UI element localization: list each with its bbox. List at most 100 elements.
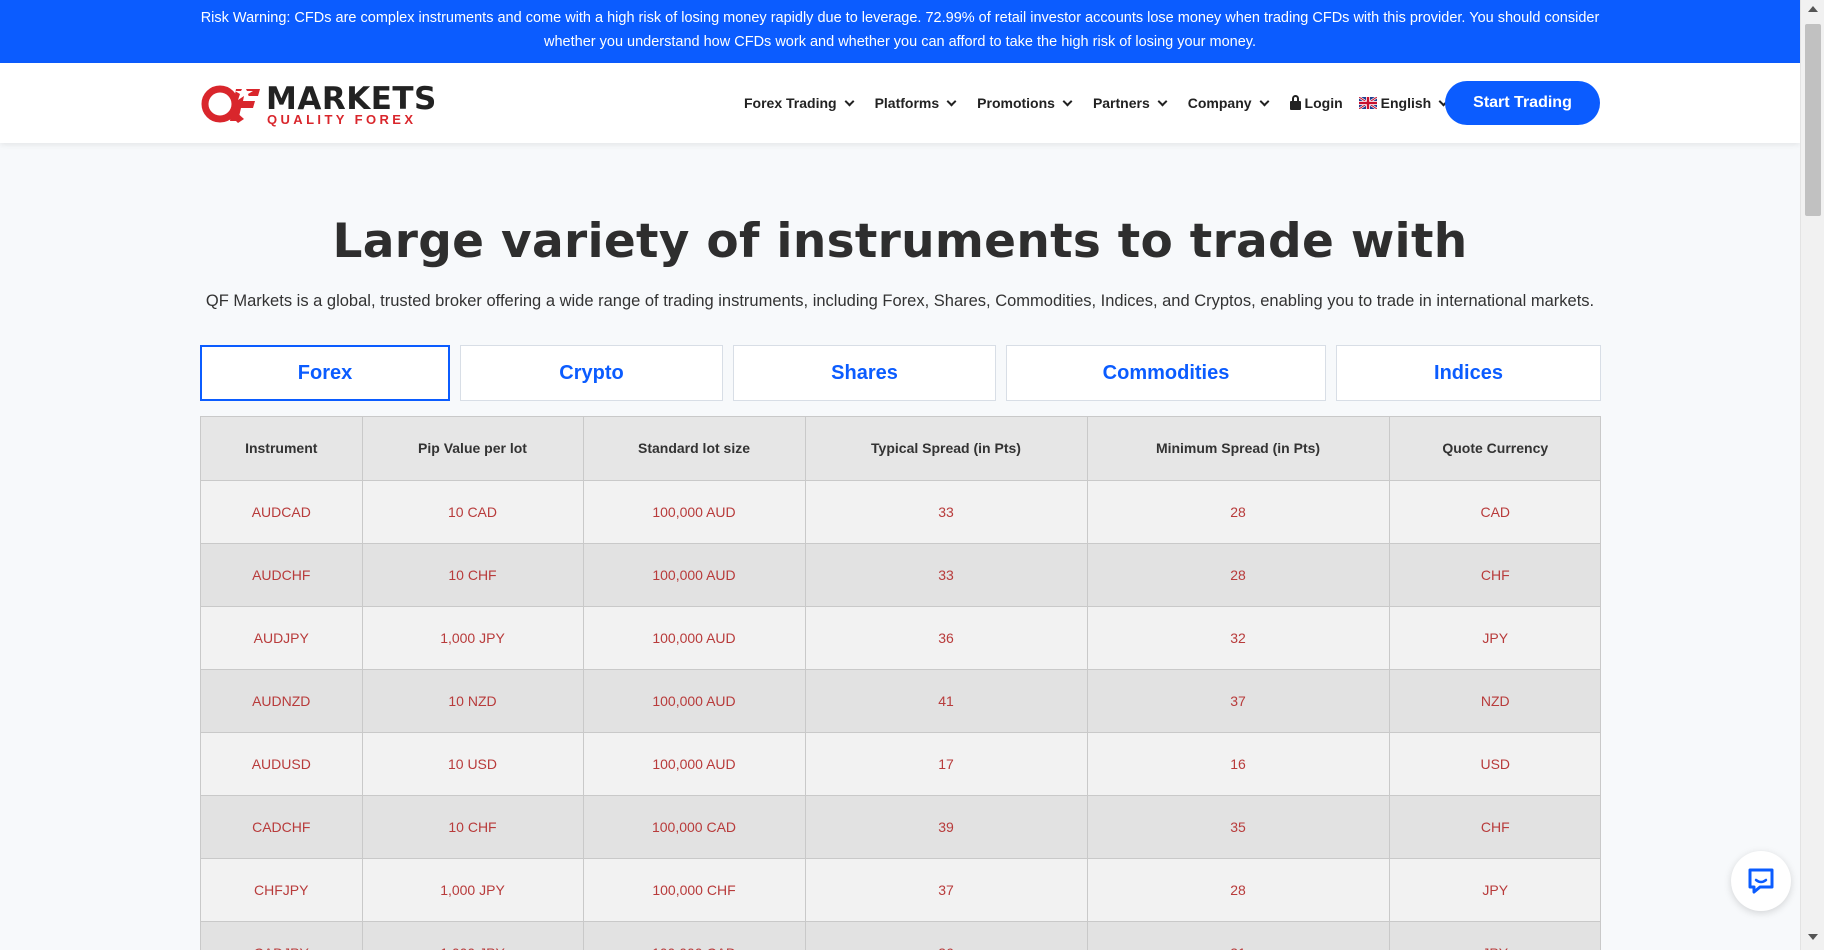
page-subtitle: QF Markets is a global, trusted broker o… <box>205 292 1595 310</box>
table-cell: AUDCAD <box>201 480 363 544</box>
scroll-up-arrow-icon[interactable] <box>1808 6 1818 12</box>
chevron-down-icon <box>1062 96 1073 106</box>
table-row: AUDJPY 1,000 JPY 100,000 AUD 36 32 JPY <box>201 606 1600 670</box>
nav-label: Forex Trading <box>744 95 837 111</box>
tab-indices[interactable]: Indices <box>1336 345 1601 401</box>
tab-crypto[interactable]: Crypto <box>460 345 723 401</box>
table-cell: 100,000 AUD <box>583 606 806 670</box>
table-cell: AUDUSD <box>201 732 363 796</box>
table-header-row: Instrument Pip Value per lot Standard lo… <box>201 417 1600 481</box>
tab-shares[interactable]: Shares <box>733 345 996 401</box>
table-cell: CADJPY <box>201 921 363 950</box>
language-selector[interactable]: English <box>1358 95 1449 111</box>
site-header: MARKETS QUALITY FOREX Forex Trading Plat… <box>0 63 1800 143</box>
table-row: AUDCHF 10 CHF 100,000 AUD 33 28 CHF <box>201 543 1600 607</box>
main-nav: Forex Trading Platforms Promotions Partn… <box>744 63 1469 143</box>
risk-warning-banner: Risk Warning: CFDs are complex instrumen… <box>0 0 1800 63</box>
chevron-down-icon <box>946 96 957 106</box>
column-header: Standard lot size <box>583 417 806 481</box>
language-label: English <box>1380 95 1432 111</box>
scroll-down-arrow-icon[interactable] <box>1808 934 1818 940</box>
table-cell: 41 <box>805 669 1088 733</box>
table-cell: 16 <box>1087 732 1390 796</box>
nav-label: Company <box>1187 95 1252 111</box>
scroll-thumb[interactable] <box>1805 24 1821 216</box>
table-cell: 10 CHF <box>362 543 584 607</box>
login-label: Login <box>1304 95 1343 111</box>
table-cell: USD <box>1389 732 1600 796</box>
table-cell: 36 <box>805 921 1088 950</box>
table-cell: JPY <box>1389 606 1600 670</box>
table-cell: 31 <box>1087 921 1390 950</box>
column-header: Minimum Spread (in Pts) <box>1087 417 1390 481</box>
table-cell: AUDJPY <box>201 606 363 670</box>
table-cell: 17 <box>805 732 1088 796</box>
chevron-down-icon <box>1157 96 1168 106</box>
logo-tagline: QUALITY FOREX <box>267 112 417 127</box>
table-cell: 37 <box>1087 669 1390 733</box>
risk-warning-line-1: Risk Warning: CFDs are complex instrumen… <box>200 10 1600 26</box>
column-header: Instrument <box>201 417 363 481</box>
table-cell: 10 CAD <box>362 480 584 544</box>
page-title: Large variety of instruments to trade wi… <box>332 214 1468 269</box>
table-cell: CADCHF <box>201 795 363 859</box>
table-row: CADJPY 1,000 JPY 100,000 CAD 36 31 JPY <box>201 921 1600 950</box>
start-trading-button[interactable]: Start Trading <box>1445 81 1600 125</box>
nav-promotions[interactable]: Promotions <box>977 95 1073 111</box>
column-header: Pip Value per lot <box>362 417 584 481</box>
nav-forex-trading[interactable]: Forex Trading <box>744 95 855 111</box>
tab-commodities[interactable]: Commodities <box>1006 345 1326 401</box>
nav-partners[interactable]: Partners <box>1092 95 1168 111</box>
tab-label: Shares <box>831 361 898 384</box>
uk-flag-icon <box>1358 97 1377 109</box>
nav-label: Platforms <box>874 95 940 111</box>
table-cell: NZD <box>1389 669 1600 733</box>
table-cell: CHFJPY <box>201 858 363 922</box>
tab-forex[interactable]: Forex <box>200 345 450 401</box>
table-cell: 33 <box>805 480 1088 544</box>
table-cell: JPY <box>1389 858 1600 922</box>
table-row: CHFJPY 1,000 JPY 100,000 CHF 37 28 JPY <box>201 858 1600 922</box>
nav-company[interactable]: Company <box>1187 95 1269 111</box>
qf-logo-icon <box>201 85 260 123</box>
table-cell: CAD <box>1389 480 1600 544</box>
table-cell: AUDNZD <box>201 669 363 733</box>
table-cell: AUDCHF <box>201 543 363 607</box>
table-cell: 28 <box>1087 480 1390 544</box>
tab-label: Indices <box>1434 361 1503 384</box>
table-row: AUDNZD 10 NZD 100,000 AUD 41 37 NZD <box>201 669 1600 733</box>
table-cell: 10 CHF <box>362 795 584 859</box>
chevron-down-icon <box>844 96 855 106</box>
table-cell: 37 <box>805 858 1088 922</box>
lock-icon <box>1289 94 1301 110</box>
login-link[interactable]: Login <box>1289 94 1343 111</box>
chat-bubble-icon <box>1748 868 1774 894</box>
table-row: AUDUSD 10 USD 100,000 AUD 17 16 USD <box>201 732 1600 796</box>
table-cell: 100,000 AUD <box>583 732 806 796</box>
live-chat-button[interactable] <box>1731 851 1791 911</box>
table-cell: 100,000 CAD <box>583 921 806 950</box>
tab-label: Commodities <box>1102 361 1230 384</box>
table-cell: 1,000 JPY <box>362 606 584 670</box>
table-cell: 100,000 AUD <box>583 480 806 544</box>
table-row: AUDCAD 10 CAD 100,000 AUD 33 28 CAD <box>201 480 1600 544</box>
table-cell: CHF <box>1389 795 1600 859</box>
table-cell: 32 <box>1087 606 1390 670</box>
column-header: Typical Spread (in Pts) <box>805 417 1088 481</box>
table-cell: 100,000 AUD <box>583 669 806 733</box>
chevron-down-icon <box>1259 96 1269 106</box>
nav-label: Promotions <box>977 95 1055 111</box>
nav-platforms[interactable]: Platforms <box>874 95 957 111</box>
table-row: CADCHF 10 CHF 100,000 CAD 39 35 CHF <box>201 795 1600 859</box>
table-cell: 100,000 CAD <box>583 795 806 859</box>
table-cell: 100,000 AUD <box>583 543 806 607</box>
table-cell: 1,000 JPY <box>362 858 584 922</box>
table-cell: 100,000 CHF <box>583 858 806 922</box>
logo[interactable]: MARKETS QUALITY FOREX <box>200 81 436 127</box>
table-cell: 28 <box>1087 543 1390 607</box>
table-cell: CHF <box>1389 543 1600 607</box>
page-scrollbar[interactable] <box>1800 0 1824 950</box>
nav-label: Partners <box>1092 95 1150 111</box>
tab-label: Crypto <box>559 361 624 384</box>
table-cell: 1,000 JPY <box>362 921 584 950</box>
